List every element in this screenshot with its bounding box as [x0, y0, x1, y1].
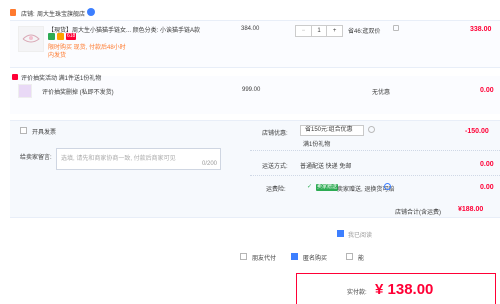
message-placeholder: 选填, 请先和商家协商一致, 付款后商家可见 [61, 156, 176, 162]
insurance-label: 运费险: [266, 187, 286, 193]
product-title[interactable]: 【現货】周大生小猫猫手链女... 颜色分类: 小诶猫手链A款 [48, 25, 258, 34]
anon-checkbox[interactable] [291, 253, 298, 260]
pay-for-checkbox[interactable] [240, 253, 247, 260]
pay-for-label: 朋友代付 [252, 256, 277, 262]
shop-header: 店铺: 周大生珠宝旗舰店 [0, 7, 500, 19]
shipping-amount: 0.00 [480, 161, 494, 168]
shop-icon [10, 9, 16, 16]
shop-total-label: 店铺合计(含运费) [395, 210, 441, 216]
qty-minus-button[interactable]: − [296, 26, 311, 36]
message-count: 0/200 [201, 161, 217, 167]
gift-icon [12, 74, 18, 80]
product-thumbnail[interactable] [18, 26, 44, 52]
gift-price: 999.00 [242, 87, 261, 93]
shipping-label: 运送方式: [262, 164, 288, 170]
chat-icon[interactable] [87, 8, 95, 16]
shop-total-amount: ¥188.00 [458, 206, 484, 213]
discount-text: 省46:逛双价 [348, 29, 381, 35]
shop-discount-amount: -150.00 [465, 128, 489, 135]
qty-input[interactable]: 1 [310, 26, 327, 36]
check-icon: ✓ [307, 184, 313, 190]
tag-a [48, 33, 55, 40]
promo-text-2: 内发货 [48, 53, 67, 59]
agree-label: 我已阅读 [348, 233, 373, 239]
gift-section: 评价抽奖活动 满1件送1份礼物 评价抽奖删掉 (私即不发货) 999.00 无优… [10, 74, 500, 114]
paid-label: 实付款: [347, 290, 367, 296]
shop-discount-sub: 满1份礼物 [303, 142, 331, 148]
message-label: 给卖家留言: [20, 155, 52, 161]
shop-discount-label: 店铺优惠: [262, 131, 288, 137]
insurance-badge: 卖家赠送 [316, 184, 339, 191]
message-textarea[interactable]: 选填, 请先和商家协商一致, 付款后商家可见 0/200 [56, 148, 221, 170]
invoice-checkbox[interactable] [20, 127, 27, 134]
gift-shipping: 无优惠 [372, 90, 391, 96]
extra-checkbox[interactable] [346, 253, 353, 260]
info-icon[interactable] [393, 25, 399, 31]
tag-618: 618 [66, 33, 77, 40]
qty-plus-button[interactable]: + [326, 26, 342, 36]
shop-label: 店铺: [21, 12, 35, 18]
insurance-amount: 0.00 [480, 184, 494, 191]
help-icon[interactable] [384, 183, 391, 190]
gift-thumbnail [18, 84, 32, 98]
quantity-stepper: − 1 + [295, 25, 343, 37]
shop-discount-value: 省150元:组合优惠 [305, 127, 353, 133]
extra-label: 能 [358, 256, 365, 262]
paid-amount: ¥ 138.00 [375, 281, 434, 298]
shipping-value: 普通配送 快递 免邮 [300, 164, 352, 170]
gift-subtotal: 0.00 [480, 87, 494, 94]
anon-label: 匿名购买 [303, 256, 328, 262]
shop-name-link[interactable]: 周大生珠宝旗舰店 [37, 9, 85, 18]
shop-discount-select[interactable]: 省150元:组合优惠 [300, 125, 364, 136]
product-row: 【現货】周大生小猫猫手链女... 颜色分类: 小诶猫手链A款 618 限时购买 … [10, 20, 500, 68]
paid-summary: 实付款: ¥ 138.00 [296, 273, 496, 304]
agree-checkbox[interactable] [337, 230, 344, 237]
unit-price: 384.00 [241, 26, 260, 32]
product-subtotal: 338.00 [470, 26, 492, 33]
invoice-label: 开具发票 [32, 130, 57, 136]
order-options: 开具发票 给卖家留言: 选填, 请先和商家协商一致, 付款后商家可见 0/200… [10, 120, 500, 202]
shop-total-row: 店铺合计(含运费) ¥188.00 [10, 202, 500, 218]
tag-b [57, 33, 64, 40]
bottom-options: 朋友代付 匿名购买 能 [230, 250, 500, 264]
chevron-down-icon[interactable] [368, 126, 375, 133]
gift-header: 评价抽奖活动 满1件送1份礼物 [21, 76, 102, 82]
gift-name[interactable]: 评价抽奖删掉 (私即不发货) [42, 87, 114, 96]
